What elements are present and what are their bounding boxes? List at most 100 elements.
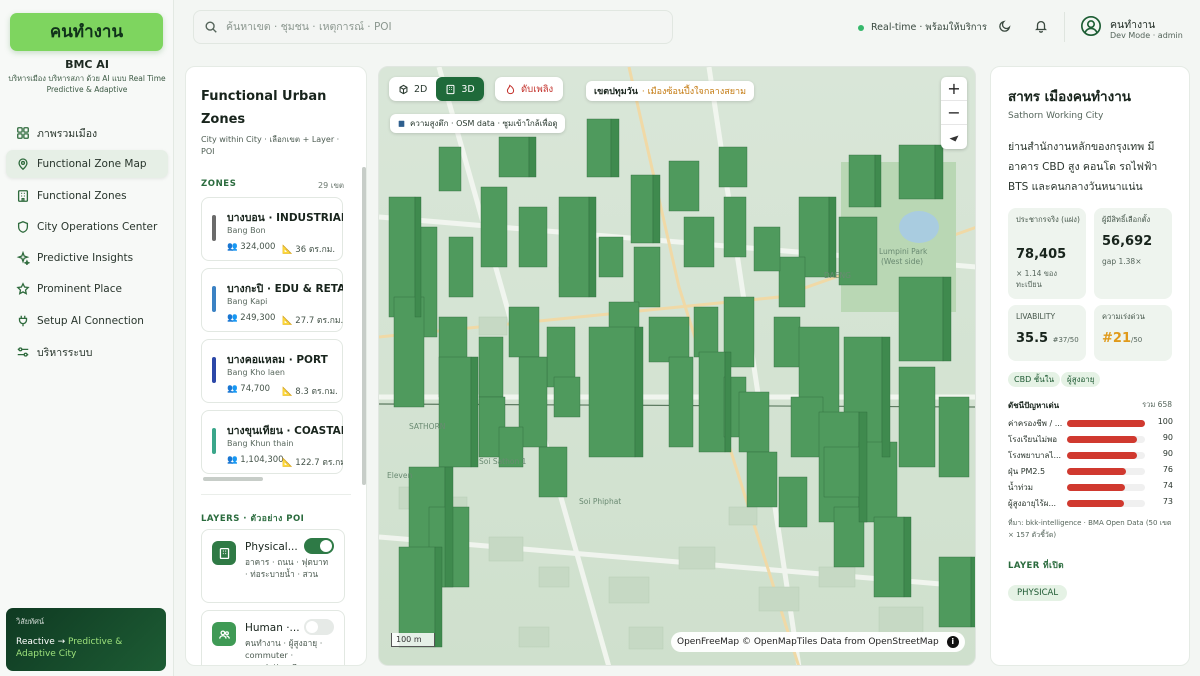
vision-to: Predictive & (68, 637, 123, 647)
zone-list[interactable]: บางบอน · INDUSTRIAL Bang Bon 👥 324,000 📐… (201, 197, 343, 475)
stat-card-voters: ผู้มีสิทธิ์เลือกตั้ง 56,692 gap 1.38× (1094, 208, 1172, 299)
zone-list-hscrollbar[interactable] (203, 477, 263, 481)
zone-area: 📐 8.3 ตร.กม. (282, 387, 338, 397)
brand-tagline: บริหารเมือง บริหารสภา ด้วย AI แบบ Real T… (8, 74, 166, 94)
index-row: ค่าครองชีพ / ... 100 (1008, 417, 1173, 429)
zone-area: 📐 122.7 ตร.กม. (282, 458, 343, 468)
flame-icon (506, 83, 515, 94)
index-fill (1067, 436, 1138, 443)
nav-item-prominent-place[interactable]: Prominent Place (6, 275, 168, 303)
zone-area: 📐 36 ตร.กม. (282, 245, 336, 255)
zone-detail-title: สาทร เมืองคนทำงาน (1008, 89, 1132, 105)
vision-kicker: วิสัยทัศน์ (16, 617, 45, 626)
index-name: โรงพยาบาลไ... (1008, 451, 1062, 460)
layer-title: Physical... (245, 541, 298, 553)
brand-logo[interactable]: คนทำงาน (10, 13, 163, 51)
zones-panel: Functional Urban Zones City within City … (185, 66, 367, 666)
nav-item-label: ภาพรวมเมือง (37, 127, 98, 140)
stat-card-urgency: ความเร่งด่วน #21/50 (1094, 305, 1172, 361)
district-badge: เขตปทุมวัน · เมืองซ้อนปึ้งใจกลางสยาม (586, 81, 754, 101)
avatar[interactable] (1080, 15, 1102, 37)
toggle-knob (306, 621, 318, 633)
active-layer-chip[interactable]: PHYSICAL (1008, 585, 1068, 601)
zone-card[interactable]: บางคอแหลม · PORT Bang Kho laen 👥 74,700 … (201, 339, 343, 403)
layer-toggle[interactable] (304, 538, 334, 554)
map-attribution: OpenFreeMap © OpenMapTiles Data from Ope… (671, 632, 965, 652)
zone-name-en: Bang Bon (227, 226, 266, 235)
mode-3d-button[interactable]: 3D (436, 77, 484, 101)
brand-name: BMC AI (65, 58, 109, 71)
user-role: Dev Mode · admin (1110, 31, 1183, 40)
zone-card[interactable]: บางกะปิ · EDU & RETAIL Bang Kapi 👥 249,3… (201, 268, 343, 332)
map-view[interactable]: Lumpini Park (West side) SATHORN DAENG S… (378, 66, 976, 666)
zones-panel-scrollbar[interactable] (362, 167, 366, 485)
tag-chip[interactable]: ผู้สูงอายุ (1061, 372, 1101, 387)
bell-icon[interactable] (1034, 19, 1048, 33)
nav-item-label: Functional Zones (37, 189, 127, 202)
layer-desc: คนทำงาน · ผู้สูงอายุ · commuter · popula… (245, 638, 323, 665)
search-input[interactable] (226, 21, 646, 33)
zone-color-bar (212, 357, 216, 383)
zone-card[interactable]: บางบอน · INDUSTRIAL Bang Bon 👥 324,000 📐… (201, 197, 343, 261)
status-indicator: Real-time · พร้อมให้บริการ (858, 20, 987, 35)
index-name: ผู้สูงอายุไร้ผ... (1008, 499, 1057, 508)
layer-card-physical[interactable]: Physical... อาคาร · ถนน · ฟุตบาท · ท่อระ… (201, 529, 345, 603)
attribution-text: OpenFreeMap © OpenMapTiles Data from Ope… (677, 637, 939, 647)
scrollbar-thumb[interactable] (362, 167, 366, 485)
layer-desc: อาคาร · ถนน · ฟุตบาท · ท่อระบายน้ำ · สวน (245, 557, 329, 579)
zone-population: 👥 74,700 (227, 384, 271, 394)
district-note: · เมืองซ้อนปึ้งใจกลางสยาม (641, 87, 746, 97)
stat-note: × 1.14 ของทะเบียน (1016, 269, 1058, 289)
layer-title: Human ·... (245, 622, 300, 634)
map-scale-bar: 100 m (391, 633, 435, 647)
topbar-divider (1064, 12, 1065, 42)
nav-item-setup-ai-connection[interactable]: Setup AI Connection (6, 307, 168, 335)
nav-item-predictive-insights[interactable]: Predictive Insights (6, 244, 168, 272)
firefighting-button[interactable]: ดับเพลิง (495, 77, 564, 101)
vision-arrow: → (54, 637, 69, 647)
vision-from: Reactive (16, 637, 55, 647)
zoom-in-button[interactable]: + (941, 77, 967, 101)
index-row: โรงพยาบาลไ... 90 (1008, 449, 1173, 461)
mode-2d-button[interactable]: 2D (389, 77, 436, 101)
compass-button[interactable] (941, 125, 967, 149)
data-source-note: ที่มา: bkk-intelligence · BMA Open Data … (1008, 519, 1172, 539)
nav-item-functional-zones[interactable]: Functional Zones (6, 182, 168, 210)
index-track (1067, 452, 1145, 459)
stat-value: #21/50 (1102, 331, 1143, 346)
nav-item-admin[interactable]: บริหารระบบ (6, 338, 168, 366)
map-label: Soi Sathon 1 (479, 457, 527, 466)
index-fill (1067, 484, 1125, 491)
nav-item-city-operations-center[interactable]: City Operations Center (6, 213, 168, 241)
nav-item-overview[interactable]: ภาพรวมเมือง (6, 119, 168, 147)
layer-toggle[interactable] (304, 619, 334, 635)
zoom-out-button[interactable]: − (941, 101, 967, 125)
osm-info-badge: ความสูงตึก · OSM data · ซูมเข้าใกล้เพื่อ… (390, 114, 565, 133)
map-label: Eleven (387, 471, 413, 480)
theme-toggle-icon[interactable] (998, 19, 1012, 33)
index-track (1067, 500, 1145, 507)
search-icon (205, 21, 217, 33)
index-fill (1067, 468, 1127, 475)
zone-color-bar (212, 286, 216, 312)
vision-card: วิสัยทัศน์ Reactive → Predictive & Adapt… (6, 608, 166, 671)
info-icon[interactable]: i (946, 636, 959, 648)
map-label: Lumpini Park (879, 247, 928, 256)
zone-card[interactable]: บางขุนเทียน · COASTAL Bang Khun thain 👥 … (201, 410, 343, 474)
search-bar[interactable] (193, 10, 673, 44)
city-3d-render[interactable] (379, 67, 976, 666)
plug-icon (18, 315, 28, 327)
nav-item-functional-zone-map[interactable]: Functional Zone Map (6, 150, 168, 179)
vision-line-2: Adaptive City (16, 649, 77, 659)
index-name: ฝุ่น PM2.5 (1008, 467, 1046, 476)
shield-icon (17, 220, 29, 233)
pin-icon (18, 158, 28, 171)
district-name: เขตปทุมวัน (594, 87, 638, 97)
view-mode-toggle: 2D 3D (389, 77, 484, 101)
zone-detail-panel: สาทร เมืองคนทำงาน Sathorn Working City ย… (990, 66, 1190, 666)
index-value: 90 (1162, 433, 1173, 442)
layer-card-human[interactable]: Human ·... คนทำงาน · ผู้สูงอายุ · commut… (201, 610, 345, 665)
tag-chip[interactable]: CBD ชั้นใน (1008, 372, 1061, 387)
sliders-icon (17, 347, 29, 357)
stat-label: ประชากรจริง (แฝง) (1016, 215, 1080, 224)
